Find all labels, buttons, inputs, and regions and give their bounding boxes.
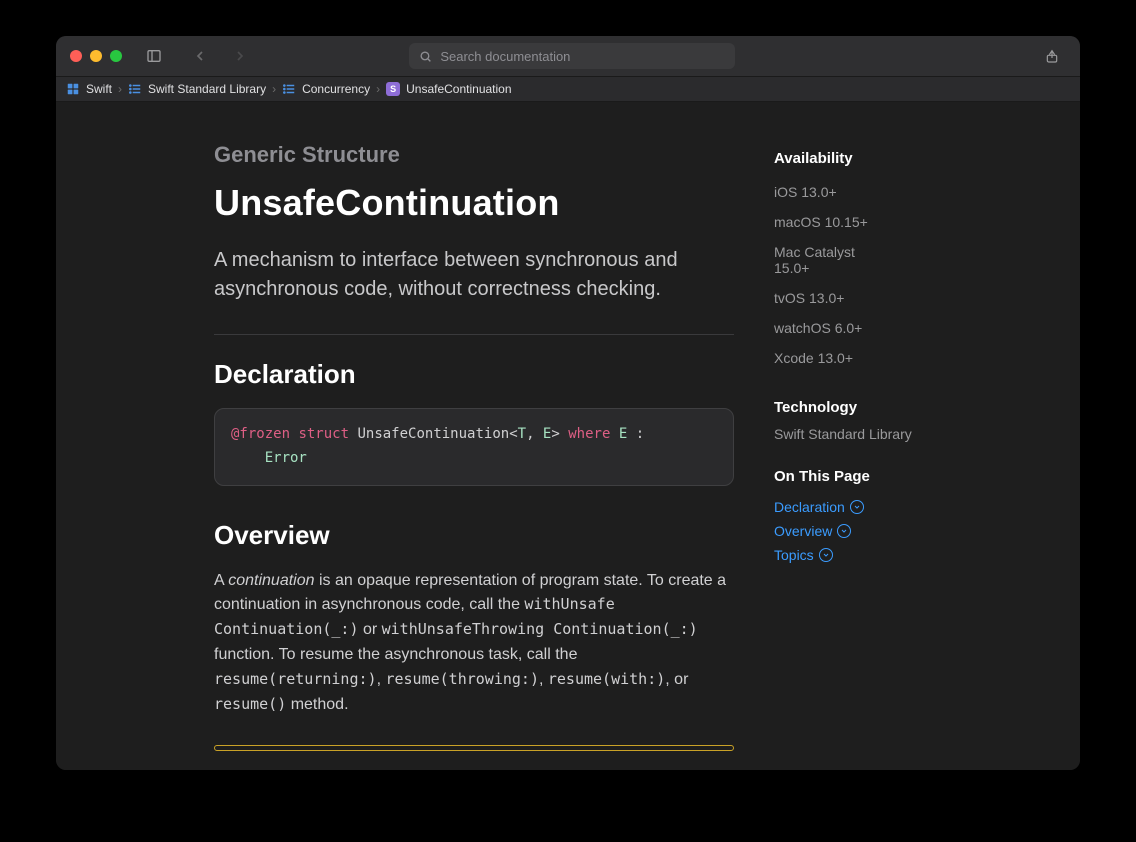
breadcrumb-label: UnsafeContinuation [406,82,511,96]
minimize-button[interactable] [90,50,102,62]
list-icon [282,82,296,96]
search-placeholder: Search documentation [440,49,570,64]
otp-link-declaration[interactable]: Declaration [774,499,974,515]
technology-heading: Technology [774,399,974,416]
otp-link-overview[interactable]: Overview [774,523,974,539]
search-field[interactable]: Search documentation [409,43,735,69]
forward-button[interactable] [226,44,254,68]
breadcrumb-item-current[interactable]: S UnsafeContinuation [386,82,511,96]
breadcrumb: Swift › Swift Standard Library › Concurr… [56,76,1080,102]
titlebar: Search documentation [56,36,1080,76]
onthispage-list: Declaration Overview Topics [774,495,974,567]
breadcrumb-item-concurrency[interactable]: Concurrency [282,82,370,96]
availability-item: watchOS 6.0+ [774,313,974,343]
page-title: UnsafeContinuation [214,182,734,224]
eyebrow: Generic Structure [214,142,734,168]
breadcrumb-label: Swift Standard Library [148,82,266,96]
content-scroll[interactable]: Generic Structure UnsafeContinuation A m… [56,102,1080,770]
availability-item: iOS 13.0+ [774,177,974,207]
struct-icon: S [386,82,400,96]
breadcrumb-item-stdlib[interactable]: Swift Standard Library [128,82,266,96]
code-ref[interactable]: withUnsafeThrowing Continuation(_:) [382,620,698,638]
availability-list: iOS 13.0+ macOS 10.15+ Mac Catalyst 15.0… [774,177,974,373]
breadcrumb-label: Concurrency [302,82,370,96]
code-ref[interactable]: resume(with:) [548,670,665,688]
availability-item: macOS 10.15+ [774,207,974,237]
main-column: Generic Structure UnsafeContinuation A m… [214,142,734,762]
code-ref[interactable]: resume() [214,695,286,713]
breadcrumb-item-swift[interactable]: Swift [66,82,112,96]
declaration-heading: Declaration [214,359,734,390]
chevron-down-icon [837,524,851,538]
chevron-right-icon: › [270,82,278,96]
side-column: Availability iOS 13.0+ macOS 10.15+ Mac … [774,142,974,762]
page-summary: A mechanism to interface between synchro… [214,246,734,304]
traffic-lights [70,50,122,62]
code-ref[interactable]: resume(throwing:) [385,670,539,688]
availability-heading: Availability [774,150,974,167]
close-button[interactable] [70,50,82,62]
overview-heading: Overview [214,520,734,551]
chevron-down-icon [850,500,864,514]
breadcrumb-label: Swift [86,82,112,96]
technology-value: Swift Standard Library [774,426,974,442]
code-ref[interactable]: resume(returning:) [214,670,377,688]
otp-link-topics[interactable]: Topics [774,547,974,563]
window: Search documentation Swift › Swift Stand… [56,36,1080,770]
onthispage-heading: On This Page [774,468,974,485]
nav-arrows [186,44,254,68]
list-icon [128,82,142,96]
availability-item: Xcode 13.0+ [774,343,974,373]
chevron-right-icon: › [374,82,382,96]
divider [214,334,734,335]
content: Generic Structure UnsafeContinuation A m… [56,102,1080,770]
sidebar-toggle-button[interactable] [140,44,168,68]
availability-item: Mac Catalyst 15.0+ [774,237,864,283]
overview-paragraph: A continuation is an opaque representati… [214,569,734,718]
grid-icon [66,82,80,96]
declaration-code: @frozen struct UnsafeContinuation<T, E> … [214,408,734,486]
chevron-down-icon [819,548,833,562]
note-box [214,745,734,751]
availability-item: tvOS 13.0+ [774,283,974,313]
back-button[interactable] [186,44,214,68]
chevron-right-icon: › [116,82,124,96]
zoom-button[interactable] [110,50,122,62]
search-icon [419,50,432,63]
share-button[interactable] [1038,44,1066,68]
